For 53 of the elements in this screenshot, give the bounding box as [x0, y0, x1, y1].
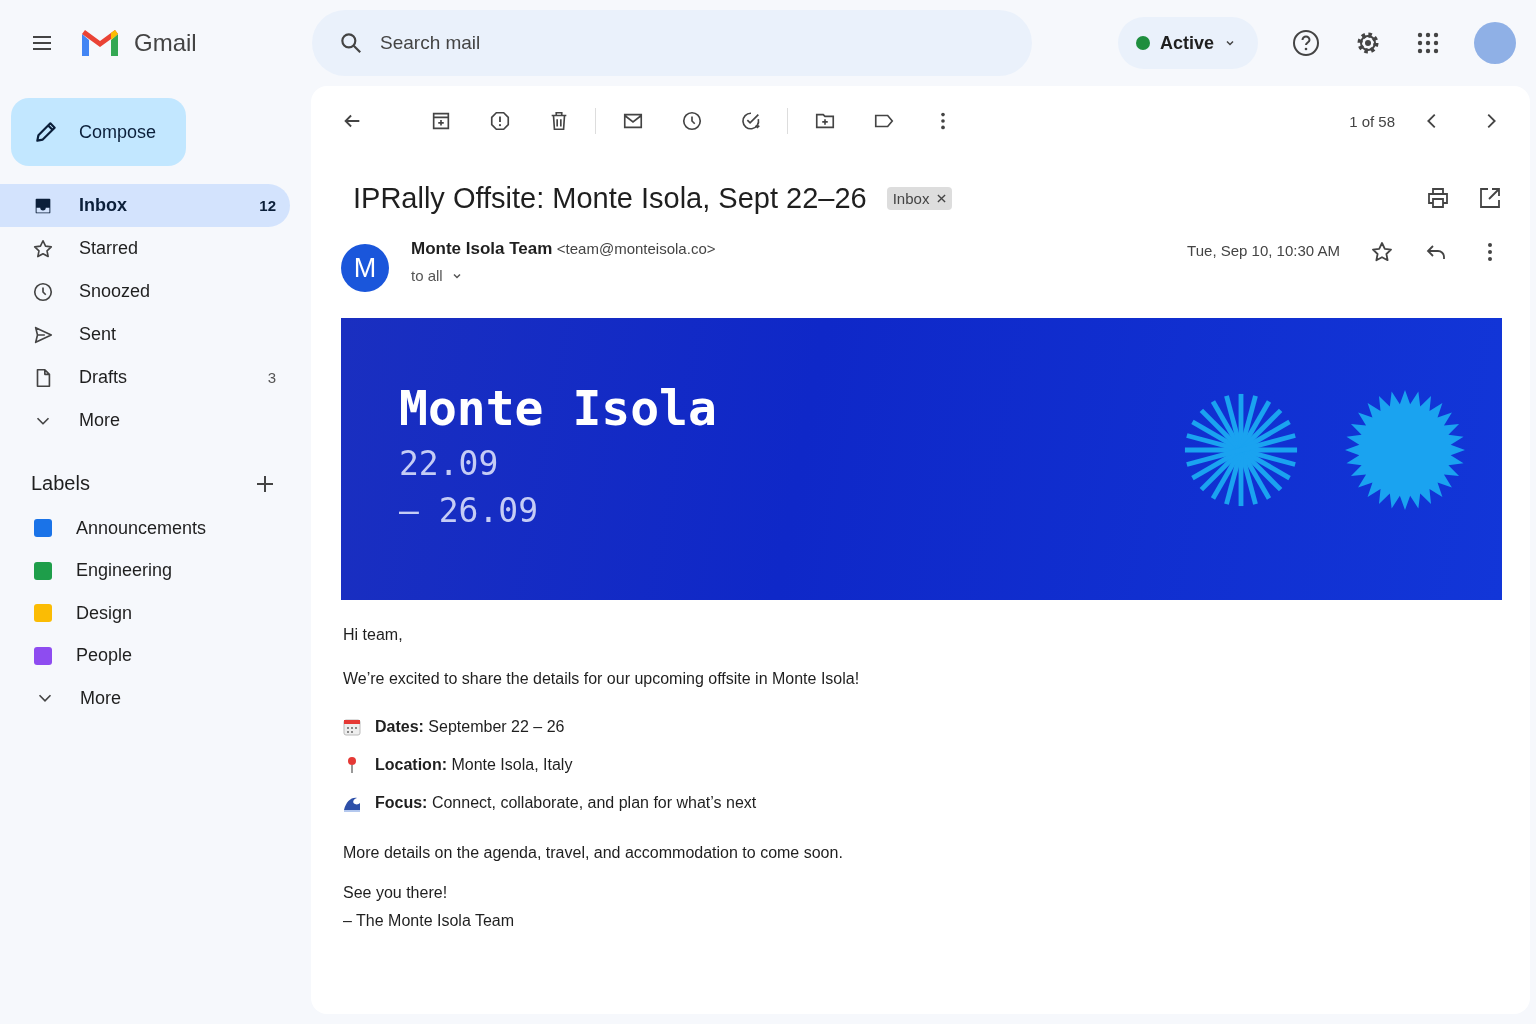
labels-heading: Labels	[31, 472, 90, 495]
app-name: Gmail	[134, 29, 197, 57]
report-spam-icon[interactable]	[489, 110, 511, 132]
banner-title: Monte Isola	[399, 380, 717, 436]
status-button[interactable]: Active	[1117, 17, 1258, 69]
label-item[interactable]: People	[0, 634, 311, 677]
email-date: Tue, Sep 10, 10:30 AM	[1187, 242, 1340, 259]
nav-item[interactable]: More	[0, 399, 290, 442]
snoozed-icon	[32, 280, 54, 303]
sender-avatar: M	[341, 244, 389, 292]
inbox-tag[interactable]: Inbox	[886, 186, 953, 210]
star-icon[interactable]	[1370, 240, 1394, 264]
closing-text: More details on the agenda, travel, and accommodation to come soon.	[343, 844, 844, 862]
print-icon[interactable]	[1426, 186, 1450, 210]
banner-date: — 26.09	[399, 491, 540, 530]
task-check-icon[interactable]	[740, 110, 762, 132]
unread-count: 3	[267, 369, 276, 386]
detail-text: Dates: September 22 – 26	[375, 718, 565, 736]
nav-item[interactable]: Drafts 3	[0, 356, 290, 399]
help-icon[interactable]	[1292, 29, 1320, 57]
intro-text: We’re excited to share the details for our upcoming offsite in Monte Isola!	[343, 670, 861, 688]
nav-item[interactable]: Starred	[0, 227, 290, 270]
greeting-text: Hi team,	[343, 626, 404, 644]
label-item[interactable]: Design	[0, 592, 311, 635]
detail-text: Focus: Connect, collaborate, and plan for what’s next	[375, 794, 757, 812]
more-labels-item[interactable]: More	[0, 677, 311, 720]
search-field[interactable]: Search mail	[312, 10, 1032, 76]
compose-button[interactable]: Compose	[11, 98, 186, 166]
signoff-line: See you there!	[343, 884, 449, 902]
sender-name: Monte Isola Team	[411, 239, 553, 258]
label-item[interactable]: Engineering	[0, 549, 311, 592]
open-new-window-icon[interactable]	[1478, 186, 1502, 210]
starred-icon	[32, 237, 54, 260]
plus-icon[interactable]	[255, 473, 275, 494]
label-item[interactable]: Announcements	[0, 507, 311, 550]
envelope-logo-icon[interactable]	[80, 28, 120, 58]
nav-item[interactable]: Inbox 12	[0, 184, 290, 227]
unread-count: 12	[259, 197, 276, 214]
nav-item[interactable]: Snoozed	[0, 270, 290, 313]
recipients-toggle[interactable]: to all	[411, 267, 716, 284]
archive-icon[interactable]	[430, 110, 452, 132]
email-subject: IPRally Offsite: Monte Isola, Sept 22–26	[353, 181, 867, 215]
sender-email: <team@monteisola.co>	[556, 240, 716, 257]
close-icon[interactable]	[937, 193, 947, 203]
apps-grid-icon[interactable]	[1416, 31, 1440, 55]
pager-text: 1 of 58	[1349, 112, 1395, 130]
signoff-line: – The Monte Isola Team	[343, 912, 516, 930]
nav-item[interactable]: Sent	[0, 313, 290, 356]
banner-date: 22.09	[399, 444, 500, 483]
calendar-icon	[343, 718, 361, 736]
detail-text: Location: Monte Isola, Italy	[375, 756, 573, 774]
pencil-icon	[33, 119, 59, 145]
clock-icon[interactable]	[681, 110, 703, 132]
